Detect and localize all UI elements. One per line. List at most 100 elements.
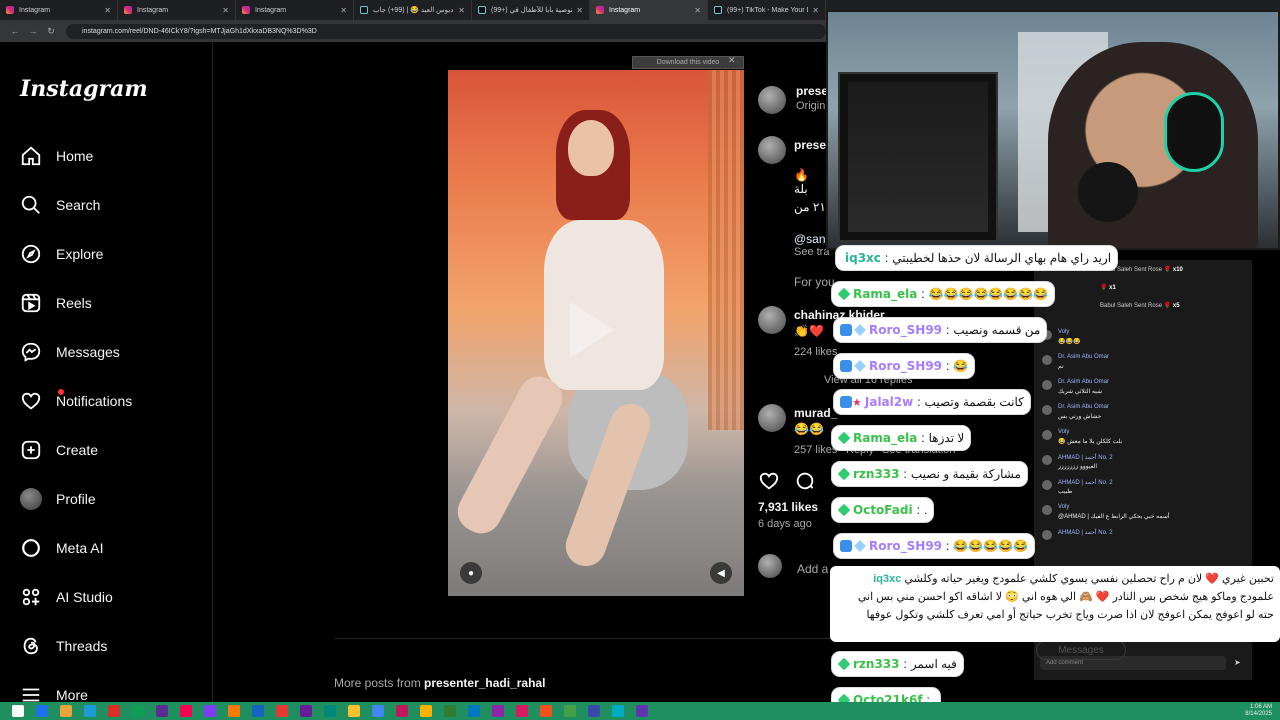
comment-likes[interactable]: 257 likes	[794, 444, 837, 456]
app-icon[interactable]	[588, 705, 600, 717]
chat-username[interactable]: Dr. Asim Abu Omar	[1058, 379, 1109, 385]
reload-icon[interactable]: ↻	[42, 26, 60, 37]
chat-username[interactable]: Voly	[1058, 504, 1069, 510]
comment-likes[interactable]: 224 likes	[794, 346, 837, 358]
app-icon[interactable]	[300, 705, 312, 717]
add-comment-input[interactable]: Add a	[797, 562, 828, 576]
sidebar-item-ai-studio[interactable]: AI Studio	[20, 584, 113, 610]
back-icon[interactable]: ←	[6, 26, 24, 36]
chat-username[interactable]: Dr. Asim Abu Omar	[1058, 404, 1109, 410]
chat-separator: :	[884, 251, 889, 265]
close-tab-icon[interactable]: ✕	[576, 6, 583, 15]
play-icon[interactable]	[570, 302, 614, 358]
firefox-icon[interactable]	[228, 705, 240, 717]
like-icon[interactable]	[758, 470, 780, 492]
browser-tab[interactable]: Instagram ✕	[0, 0, 118, 20]
chat-username[interactable]: AHMAD | أحمد No. 2	[1058, 529, 1113, 536]
chat-username[interactable]: Voly	[1058, 329, 1069, 335]
comment-author[interactable]: murad_	[794, 406, 837, 420]
close-tab-icon[interactable]: ✕	[694, 6, 701, 15]
caption-author-avatar[interactable]	[758, 136, 786, 164]
browser-tab[interactable]: (99+) TikTok - Make Your Day ✕	[708, 0, 826, 20]
browser-tab[interactable]: Instagram ✕	[590, 0, 708, 20]
app-icon[interactable]	[372, 705, 384, 717]
app-icon[interactable]	[468, 705, 480, 717]
discord-icon[interactable]	[204, 705, 216, 717]
browser-tab-label: Instagram	[19, 6, 51, 14]
commenter-avatar[interactable]	[758, 404, 786, 432]
likes-count[interactable]: 7,931 likes	[758, 500, 818, 514]
sidebar-item-create[interactable]: Create	[20, 437, 98, 463]
search-icon[interactable]	[36, 705, 48, 717]
edge-icon[interactable]	[108, 705, 120, 717]
file-explorer-icon[interactable]	[84, 705, 96, 717]
obs-icon[interactable]	[156, 705, 168, 717]
close-tab-icon[interactable]: ✕	[458, 6, 465, 15]
comment-icon[interactable]	[794, 470, 816, 492]
app-icon[interactable]	[348, 705, 360, 717]
sidebar-item-threads[interactable]: Threads	[20, 633, 107, 659]
close-tab-icon[interactable]: ✕	[340, 6, 347, 15]
sidebar-item-reels[interactable]: Reels	[20, 290, 92, 316]
messages-float-button[interactable]: Messages	[1036, 640, 1126, 660]
app-icon[interactable]	[444, 705, 456, 717]
instagram-sidebar: Instagram Home Search Explore Reels Mess…	[0, 42, 213, 703]
app-icon[interactable]	[420, 705, 432, 717]
chat-username[interactable]: Voly	[1058, 429, 1069, 435]
forward-icon[interactable]: →	[24, 26, 42, 36]
tiktok-icon[interactable]	[180, 705, 192, 717]
instagram-icon	[124, 6, 132, 14]
send-icon[interactable]: ➤	[1234, 658, 1241, 667]
sidebar-item-explore[interactable]: Explore	[20, 241, 103, 267]
user-tag-icon[interactable]: ●	[460, 562, 482, 584]
chat-message-text: مشاركة بقيمة و نصيب	[910, 467, 1021, 481]
mute-icon[interactable]: ◀	[710, 562, 732, 584]
instagram-logo[interactable]: Instagram	[20, 76, 148, 102]
chat-username[interactable]: Dr. Asim Abu Omar	[1058, 354, 1109, 360]
author-avatar[interactable]	[758, 86, 786, 114]
sidebar-item-label: Notifications	[56, 393, 133, 409]
app-icon[interactable]	[540, 705, 552, 717]
sidebar-item-meta-ai[interactable]: Meta AI	[20, 535, 103, 561]
app-icon[interactable]	[492, 705, 504, 717]
microphone-icon	[1078, 162, 1138, 222]
caption-author-name[interactable]: prese	[794, 138, 826, 152]
commenter-avatar[interactable]	[758, 306, 786, 334]
sidebar-item-messages[interactable]: Messages	[20, 339, 120, 365]
more-posts-user-link[interactable]: presenter_hadi_rahal	[424, 676, 545, 690]
long-message-line: تحبين غيري ❤️ لان م راح تحصلين نفسي يسوي…	[904, 573, 1274, 585]
sidebar-item-home[interactable]: Home	[20, 143, 93, 169]
close-tab-icon[interactable]: ✕	[812, 6, 819, 15]
sidebar-item-search[interactable]: Search	[20, 192, 100, 218]
original-audio-label[interactable]: Origin	[796, 100, 825, 112]
app-icon[interactable]	[636, 705, 648, 717]
avatar	[1042, 455, 1052, 465]
browser-tab[interactable]: (99+) توصية بابا للأطفال في ...✕	[472, 0, 590, 20]
app-icon[interactable]	[276, 705, 288, 717]
app-icon[interactable]	[564, 705, 576, 717]
start-icon[interactable]	[12, 705, 24, 717]
app-icon[interactable]	[612, 705, 624, 717]
sidebar-item-notifications[interactable]: Notifications	[20, 388, 132, 414]
app-icon[interactable]	[252, 705, 264, 717]
browser-tab[interactable]: دبوس العيد 😂 | (99+) جاب ✕	[354, 0, 472, 20]
browser-tab[interactable]: Instagram ✕	[236, 0, 354, 20]
reel-video[interactable]: ● ◀	[448, 70, 744, 596]
task-view-icon[interactable]	[60, 705, 72, 717]
see-translation-link[interactable]: See tra	[794, 246, 829, 258]
chat-username[interactable]: AHMAD | أحمد No. 2	[1058, 454, 1113, 461]
sidebar-item-profile[interactable]: Profile	[20, 486, 96, 512]
chat-username[interactable]: AHMAD | أحمد No. 2	[1058, 479, 1113, 486]
app-icon[interactable]	[516, 705, 528, 717]
app-icon[interactable]	[324, 705, 336, 717]
caption-mention[interactable]: @san	[794, 232, 826, 246]
taskbar-clock[interactable]: 1:06 AM 8/14/2025	[1245, 704, 1272, 718]
url-field[interactable]: instagram.com/reel/DND-46ICkY8/?igsh=MTJ…	[66, 23, 826, 39]
close-tab-icon[interactable]: ✕	[104, 6, 111, 15]
browser-tab[interactable]: Instagram ✕	[118, 0, 236, 20]
close-icon[interactable]: ✕	[728, 55, 736, 66]
app-icon[interactable]	[396, 705, 408, 717]
chrome-icon[interactable]	[132, 705, 144, 717]
author-name[interactable]: prese	[796, 84, 828, 98]
close-tab-icon[interactable]: ✕	[222, 6, 229, 15]
